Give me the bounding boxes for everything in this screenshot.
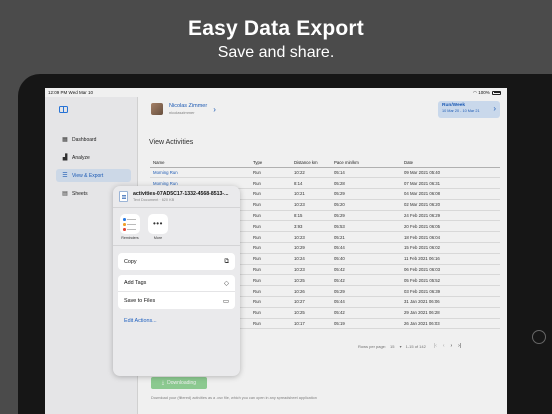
action-label: Copy <box>124 258 137 265</box>
more-icon: ••• <box>148 214 168 234</box>
share-actions: Copy ⧉ Add Tags ◇ Save to Files ▭ Edit A… <box>113 246 240 328</box>
promo-header: Easy Data Export Save and share. <box>0 0 552 80</box>
share-sheet: activities-07AD5C17-1332-4568-8513-... T… <box>113 186 240 376</box>
reminders-icon <box>120 214 140 234</box>
share-action-group: Copy ⧉ <box>118 253 235 270</box>
add-tags-action[interactable]: Add Tags ◇ <box>118 275 235 292</box>
action-label: Add Tags <box>124 280 147 286</box>
share-apps-row: Reminders ••• More <box>113 208 240 246</box>
share-sheet-header: activities-07AD5C17-1332-4568-8513-... T… <box>113 186 240 208</box>
folder-icon: ▭ <box>222 297 229 305</box>
app-screen: 12:09 PM Wed Mar 10 ◠ 100% ▦ Dashboard ▟… <box>45 88 507 414</box>
promo-title: Easy Data Export <box>188 17 364 40</box>
tag-icon: ◇ <box>224 280 229 287</box>
edit-actions-link[interactable]: Edit Actions... <box>118 314 235 328</box>
share-action-group: Add Tags ◇ Save to Files ▭ <box>118 275 235 309</box>
action-label: Save to Files <box>124 297 156 304</box>
share-app-more[interactable]: ••• More <box>147 214 169 245</box>
share-file-name: activities-07AD5C17-1332-4568-8513-... <box>133 191 229 197</box>
copy-icon: ⧉ <box>224 257 229 265</box>
share-app-label: Reminders <box>121 236 139 240</box>
promo-subtitle: Save and share. <box>217 44 335 61</box>
share-file-meta: Text Document · 620 KB <box>133 198 175 202</box>
home-button <box>532 330 546 344</box>
share-app-label: More <box>153 236 163 240</box>
save-to-files-action[interactable]: Save to Files ▭ <box>118 292 235 309</box>
copy-action[interactable]: Copy ⧉ <box>118 253 235 270</box>
share-app-reminders[interactable]: Reminders <box>119 214 141 245</box>
document-icon <box>119 191 128 202</box>
